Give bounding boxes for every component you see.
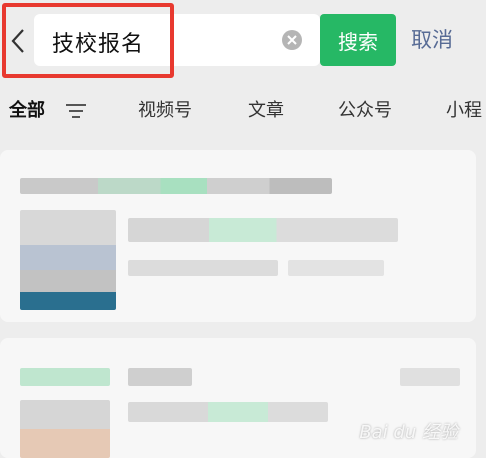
tab-articles[interactable]: 文章 [248,96,284,122]
result-thumbnail [20,400,110,458]
annotation-highlight-box [2,3,174,78]
search-result-card[interactable] [0,150,476,322]
clear-search-button[interactable] [282,30,302,50]
result-title-placeholder [20,368,110,386]
result-title-placeholder [128,368,192,386]
result-line-placeholder [128,402,328,422]
result-line-placeholder [128,218,398,242]
tab-all[interactable]: 全部 [9,96,45,122]
tab-official-accounts[interactable]: 公众号 [338,96,392,122]
cancel-button[interactable]: 取消 [411,24,453,54]
search-button[interactable]: 搜索 [320,14,396,66]
result-thumbnail [20,210,116,310]
top-search-bar: 技校报名 搜索 取消 [0,0,486,84]
result-meta-placeholder [288,260,384,276]
result-meta-placeholder [400,368,460,386]
watermark-logo: Bai du 经验 [359,422,458,443]
result-title-placeholder [20,178,332,194]
tab-channels[interactable]: 视频号 [138,96,192,122]
filter-icon[interactable] [66,103,86,119]
clear-icon [287,35,297,45]
result-meta-placeholder [128,260,278,276]
category-tabs: 全部 视频号 文章 公众号 小程 [0,88,486,128]
search-result-card[interactable]: Bai du 经验 [0,338,476,458]
tab-mini-programs[interactable]: 小程 [446,96,482,122]
